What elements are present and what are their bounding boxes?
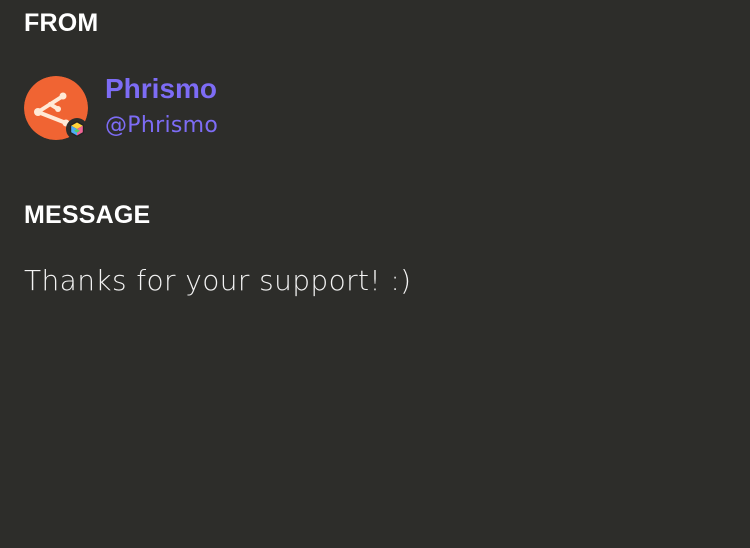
avatar[interactable]	[24, 76, 88, 140]
from-heading: FROM	[24, 9, 99, 37]
sender-card[interactable]: Phrismo @Phrismo	[24, 75, 218, 140]
cube-badge-icon	[66, 118, 88, 140]
message-heading: MESSAGE	[24, 201, 151, 229]
message-body: Thanks for your support! :)	[24, 264, 412, 297]
sender-name[interactable]: Phrismo	[105, 75, 218, 103]
sender-handle[interactable]: @Phrismo	[105, 115, 218, 137]
